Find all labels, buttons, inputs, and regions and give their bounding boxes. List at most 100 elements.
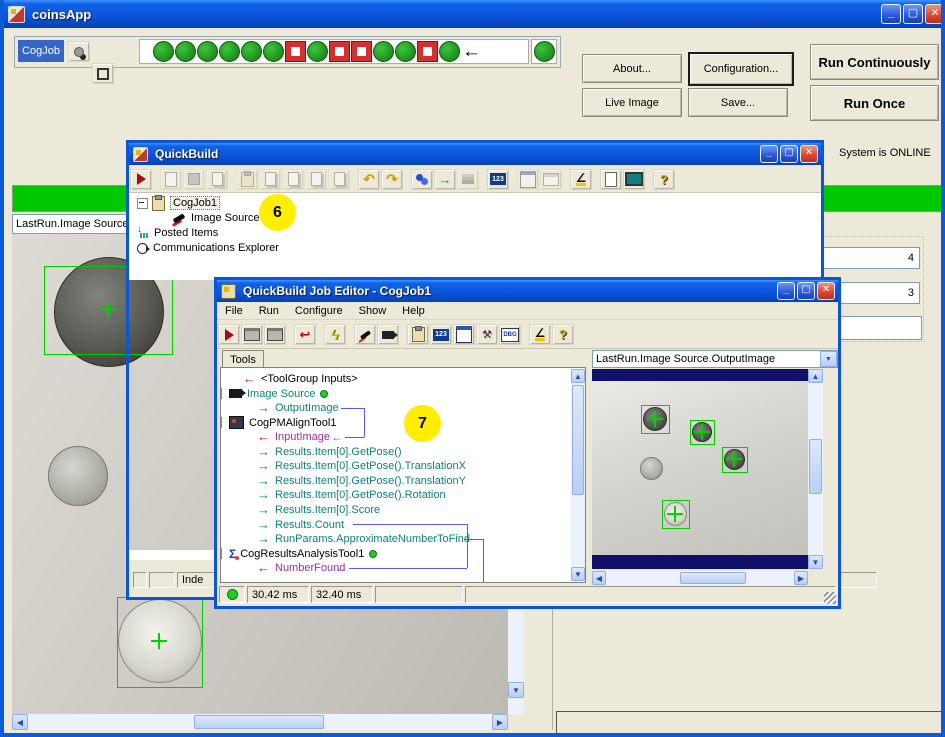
tool-tree-item-2[interactable]: →OutputImage bbox=[257, 401, 339, 415]
tool-tree-item-7[interactable]: →Results.Item[0].GetPose().TranslationY bbox=[257, 474, 466, 488]
quickbuild-tree-panel[interactable]: CogJob1Image Source Posted Items Communica… bbox=[129, 193, 821, 280]
save-button[interactable]: Save... bbox=[688, 88, 788, 117]
main-coin bbox=[48, 446, 108, 506]
tool-tree-item-8[interactable]: →Results.Item[0].GetPose().Rotation bbox=[257, 488, 446, 502]
job-editor-icon bbox=[221, 284, 236, 299]
tool-tree-item-3[interactable]: CogPMAlignTool1 bbox=[227, 416, 336, 430]
main-image-hscrollbar[interactable]: ◀ ▶ bbox=[12, 714, 508, 730]
tool-tree-item-6[interactable]: →Results.Item[0].GetPose().TranslationX bbox=[257, 459, 466, 473]
tree-item-label: Posted Items bbox=[154, 227, 218, 239]
run-status-dot bbox=[227, 589, 238, 600]
status-indicator-fail bbox=[286, 42, 305, 61]
live-image-button[interactable]: Live Image bbox=[582, 88, 682, 117]
tree-item-image-source[interactable]: Image Source bbox=[173, 211, 259, 225]
je-calculator-icon[interactable]: 123 bbox=[430, 324, 452, 345]
tool-tree-item-10[interactable]: →Results.Count bbox=[257, 518, 344, 532]
connector-runparams-v bbox=[483, 539, 484, 583]
status-indicator-fail bbox=[352, 42, 371, 61]
tree-item-communications-explorer[interactable]: Communications Explorer bbox=[137, 241, 279, 255]
maximize-button[interactable]: ▢ bbox=[903, 4, 923, 24]
resize-grip[interactable] bbox=[824, 592, 836, 604]
job-editor-titlebar[interactable]: QuickBuild Job Editor - CogJob1 _ ▢ ✕ bbox=[217, 280, 838, 302]
qb-monitor-icon[interactable] bbox=[623, 169, 645, 190]
qb-close-button[interactable]: ✕ bbox=[800, 145, 818, 163]
qb-maximize-button[interactable]: ▢ bbox=[780, 145, 798, 163]
tool-tree-item-0[interactable]: ←<ToolGroup Inputs> bbox=[243, 372, 358, 386]
je-maximize-button[interactable]: ▢ bbox=[797, 282, 815, 300]
je-toolbox-add-icon[interactable] bbox=[264, 324, 286, 345]
qb-protractor-icon[interactable]: ∠ bbox=[570, 169, 592, 190]
viewer-cross-marker bbox=[667, 506, 683, 522]
qb-undo-icon[interactable]: ↶ bbox=[358, 169, 380, 190]
tool-tree-item-13[interactable]: ←NumberFound bbox=[257, 561, 345, 575]
qb-copy-job-icon bbox=[206, 169, 228, 190]
je-clipboard-icon[interactable] bbox=[407, 324, 429, 345]
job-editor-toolbar: ↩ ϟ 123 ⚒DBG ∠? bbox=[217, 320, 838, 349]
menu-help[interactable]: Help bbox=[394, 304, 433, 318]
qb-help-icon[interactable]: ? bbox=[653, 169, 675, 190]
je-electric-icon[interactable]: ϟ bbox=[324, 324, 346, 345]
menu-run[interactable]: Run bbox=[251, 304, 287, 318]
qb-paste-icon bbox=[259, 169, 281, 190]
je-minimize-button[interactable]: _ bbox=[777, 282, 795, 300]
je-protractor-icon[interactable]: ∠ bbox=[529, 324, 551, 345]
minimize-button[interactable]: _ bbox=[881, 4, 901, 24]
je-window-icon[interactable] bbox=[453, 324, 475, 345]
app-titlebar[interactable]: coinsApp _ ▢ ✕ bbox=[4, 0, 945, 28]
qb-run-once-icon[interactable]: → bbox=[434, 169, 456, 190]
viewer-coin-unmatched bbox=[640, 457, 663, 480]
tool-tree-vscrollbar[interactable]: ▲ ▼ bbox=[571, 369, 585, 581]
message-field[interactable] bbox=[556, 711, 943, 734]
je-reset-icon[interactable]: ↩ bbox=[294, 324, 316, 345]
je-tools-icon[interactable]: ⚒ bbox=[476, 324, 498, 345]
close-button[interactable]: ✕ bbox=[925, 4, 945, 24]
viewer-hscrollbar[interactable]: ◀ ▶ bbox=[592, 571, 808, 585]
viewer-vscrollbar[interactable]: ▲ ▼ bbox=[808, 369, 823, 569]
menu-configure[interactable]: Configure bbox=[287, 304, 351, 318]
chevron-down-icon[interactable]: ▼ bbox=[820, 351, 837, 367]
qb-calculator-icon[interactable]: 123 bbox=[487, 169, 509, 190]
cogjob-chip[interactable]: CogJob bbox=[18, 40, 64, 62]
je-close-button[interactable]: ✕ bbox=[817, 282, 835, 300]
je-help-icon[interactable]: ? bbox=[552, 324, 574, 345]
expander-icon[interactable] bbox=[220, 417, 222, 428]
tree-item-cogjob1[interactable]: CogJob1 bbox=[137, 196, 220, 210]
tool-tree-item-5[interactable]: →Results.Item[0].GetPose() bbox=[257, 445, 402, 459]
je-brush-icon[interactable] bbox=[354, 324, 376, 345]
je-dbg-icon[interactable]: DBG bbox=[499, 324, 521, 345]
menu-file[interactable]: File bbox=[217, 304, 251, 318]
viewer-image-display[interactable] bbox=[592, 369, 808, 569]
output-arrow-icon: → bbox=[257, 447, 270, 457]
qb-minimize-button[interactable]: _ bbox=[760, 145, 778, 163]
pointer-tool-icon[interactable] bbox=[68, 41, 90, 62]
expander-icon[interactable] bbox=[220, 548, 222, 559]
viewer-cross-marker bbox=[694, 424, 710, 440]
run-once-button[interactable]: Run Once bbox=[810, 85, 939, 121]
tool-tree-item-12[interactable]: ΣCogResultsAnalysisTool1 bbox=[227, 547, 377, 561]
qb-paste-special-icon bbox=[282, 169, 304, 190]
je-toolbox-icon[interactable] bbox=[241, 324, 263, 345]
tool-tree-panel[interactable]: ← ← ←<ToolGroup Inputs>Image Source→Outp… bbox=[220, 367, 586, 583]
qb-run-icon[interactable] bbox=[130, 169, 152, 190]
tool-tree-item-1[interactable]: Image Source bbox=[227, 387, 328, 401]
je-camera-icon[interactable] bbox=[377, 324, 399, 345]
qb-document-icon[interactable] bbox=[600, 169, 622, 190]
viewer-cross-marker bbox=[726, 451, 742, 467]
input-arrow-icon: ← bbox=[257, 432, 270, 442]
tool-tree-item-11[interactable]: →RunParams.ApproximateNumberToFind bbox=[257, 532, 470, 546]
quickbuild-titlebar[interactable]: QuickBuild _ ▢ ✕ bbox=[129, 143, 821, 165]
menu-show[interactable]: Show bbox=[351, 304, 395, 318]
expander-icon[interactable] bbox=[137, 198, 148, 209]
select-tool-icon[interactable] bbox=[92, 63, 114, 84]
tree-item-posted-items[interactable]: Posted Items bbox=[137, 226, 218, 240]
expander-icon[interactable] bbox=[220, 388, 222, 399]
viewer-source-dropdown[interactable]: LastRun.Image Source.OutputImage ▼ bbox=[592, 350, 838, 368]
run-continuously-button[interactable]: Run Continuously bbox=[810, 44, 939, 80]
about-button[interactable]: About... bbox=[582, 54, 682, 83]
je-run-icon[interactable] bbox=[218, 324, 240, 345]
configuration-button[interactable]: Configuration... bbox=[688, 52, 794, 86]
qb-run-mode-icon[interactable] bbox=[411, 169, 433, 190]
tool-tree-item-4[interactable]: ←InputImage bbox=[257, 430, 330, 444]
tool-tree-item-9[interactable]: →Results.Item[0].Score bbox=[257, 503, 380, 517]
qb-redo-icon[interactable]: ↷ bbox=[381, 169, 403, 190]
